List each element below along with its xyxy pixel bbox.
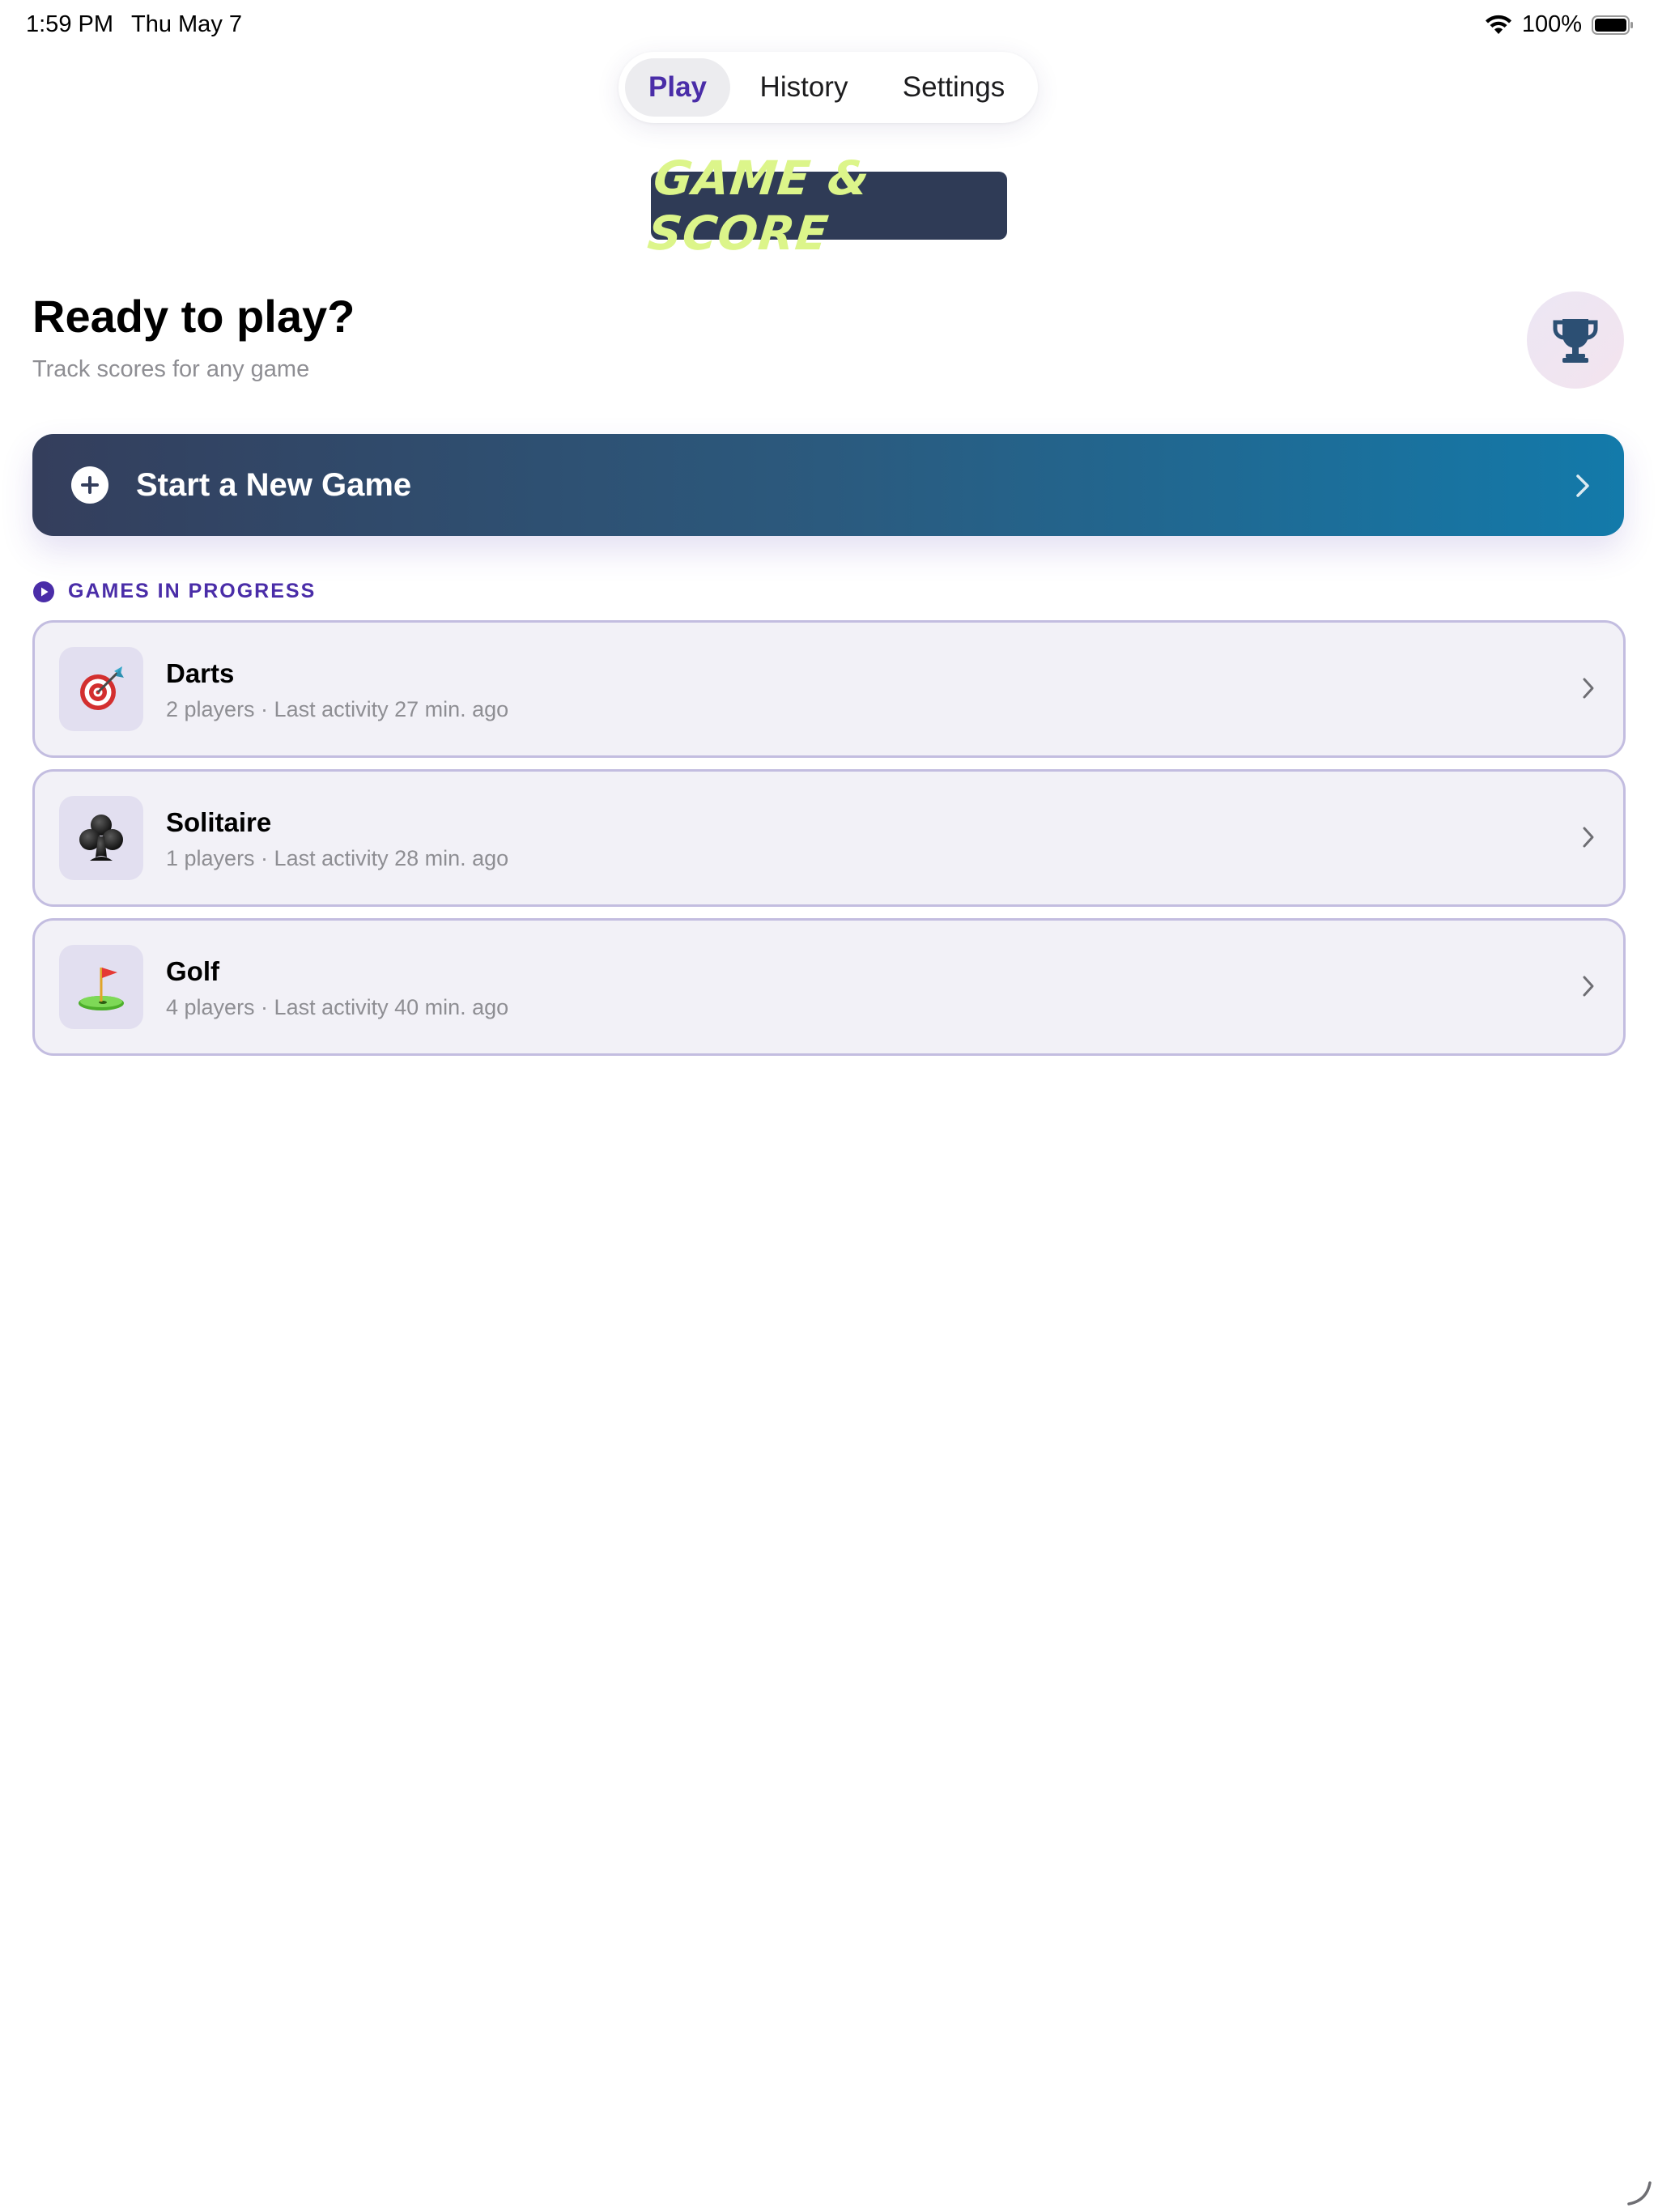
resize-corner-icon xyxy=(1627,2181,1652,2206)
chevron-right-icon xyxy=(1583,678,1594,699)
game-icon-box xyxy=(59,945,143,1029)
game-card-darts[interactable]: Darts 2 players · Last activity 27 min. … xyxy=(32,620,1626,758)
section-title: GAMES IN PROGRESS xyxy=(68,580,317,602)
golf-flag-icon xyxy=(79,968,124,1010)
play-circle-icon xyxy=(33,581,54,602)
game-name: Darts xyxy=(166,658,235,688)
section-header: GAMES IN PROGRESS xyxy=(32,580,316,603)
tab-bar: Play History Settings xyxy=(619,52,1038,123)
chevron-right-icon xyxy=(1583,976,1594,997)
chevron-right-icon xyxy=(1583,827,1594,848)
tab-play[interactable]: Play xyxy=(625,58,730,117)
game-name: Golf xyxy=(166,956,219,986)
battery-percent: 100% xyxy=(1521,11,1582,37)
dart-icon xyxy=(80,666,124,710)
page-title: Ready to play? xyxy=(32,291,355,342)
game-meta: 1 players · Last activity 28 min. ago xyxy=(166,846,509,870)
status-date: Thu May 7 xyxy=(131,11,242,37)
trophy-icon xyxy=(1553,319,1598,363)
game-icon-box xyxy=(59,796,143,880)
start-new-game-label: Start a New Game xyxy=(136,467,412,503)
chevron-right-icon xyxy=(1576,474,1589,497)
status-left: 1:59 PM Thu May 7 xyxy=(26,11,242,38)
game-card-solitaire[interactable]: Solitaire 1 players · Last activity 28 m… xyxy=(32,769,1626,907)
tab-settings[interactable]: Settings xyxy=(878,58,1030,117)
start-new-game-button[interactable]: Start a New Game xyxy=(32,434,1624,536)
game-name: Solitaire xyxy=(166,807,272,837)
game-meta: 4 players · Last activity 40 min. ago xyxy=(166,995,509,1019)
trophy-button[interactable] xyxy=(1527,291,1624,389)
wifi-icon xyxy=(1485,15,1511,34)
game-card-golf[interactable]: Golf 4 players · Last activity 40 min. a… xyxy=(32,918,1626,1056)
club-suit-icon xyxy=(79,815,123,861)
logo-text: GAME & SCORE xyxy=(644,151,873,261)
battery-icon xyxy=(1592,15,1633,35)
status-bar: 1:59 PM Thu May 7 100% xyxy=(0,0,1658,52)
status-right: 100% xyxy=(1485,11,1634,38)
game-meta: 2 players · Last activity 27 min. ago xyxy=(166,697,509,721)
tab-history[interactable]: History xyxy=(742,58,866,117)
status-time: 1:59 PM xyxy=(26,11,113,37)
plus-circle-icon xyxy=(71,466,108,504)
game-icon-box xyxy=(59,647,143,731)
page-subtitle: Track scores for any game xyxy=(32,356,310,382)
app-logo: GAME & SCORE xyxy=(645,151,1007,261)
